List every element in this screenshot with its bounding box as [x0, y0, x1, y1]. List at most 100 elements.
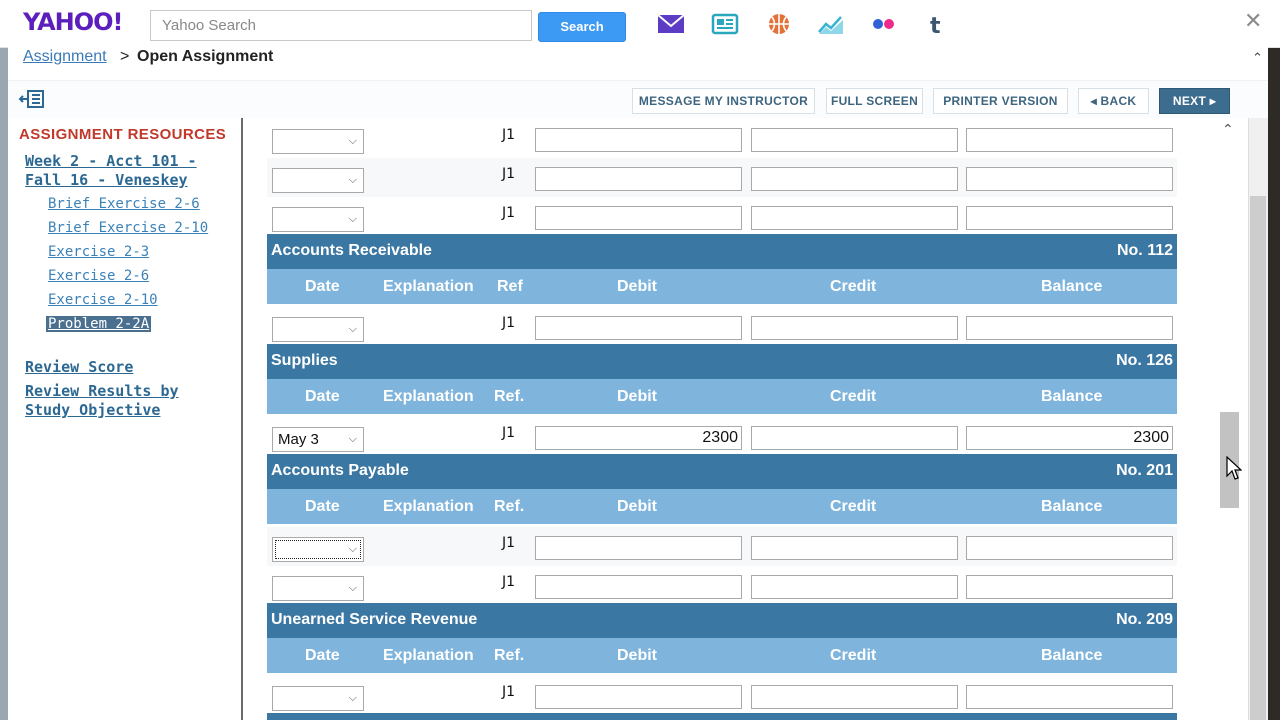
sidebar-item-exercise-2-10[interactable]: Exercise 2-10: [48, 292, 158, 308]
credit-input[interactable]: [751, 128, 958, 152]
debit-input[interactable]: [535, 575, 742, 599]
col-date: Date: [305, 498, 340, 515]
ledger-row: May 3 ⌵ J1 2300 2300: [267, 417, 1177, 456]
app-window: YAHOO! Yahoo Search Search t ✕ Assignmen…: [0, 0, 1280, 720]
col-credit: Credit: [830, 498, 877, 515]
debit-input[interactable]: [535, 685, 742, 709]
debit-input[interactable]: [535, 206, 742, 230]
close-icon[interactable]: ✕: [1244, 8, 1262, 34]
scroll-up-icon[interactable]: ⌃: [1222, 121, 1234, 138]
review-score-link[interactable]: Review Score: [25, 358, 133, 377]
balance-input[interactable]: 2300: [966, 426, 1173, 450]
sports-icon[interactable]: [765, 12, 793, 36]
ref-label: J1: [502, 425, 516, 441]
account-header-unearned-revenue: Unearned Service Revenue No. 209: [267, 603, 1177, 638]
chevron-down-icon: ⌵: [348, 433, 357, 445]
ref-label: J1: [502, 535, 516, 551]
account-header-next: [267, 713, 1177, 720]
date-select[interactable]: ⌵: [272, 129, 364, 154]
balance-input[interactable]: [966, 536, 1173, 560]
background-edge-left: [0, 48, 8, 720]
date-select[interactable]: ⌵: [272, 207, 364, 232]
col-ref: Ref: [497, 278, 523, 295]
breadcrumb-separator: >: [120, 48, 130, 65]
mouse-cursor-icon: [1226, 456, 1242, 480]
page-scrollbar-thumb[interactable]: [1250, 196, 1266, 720]
yahoo-logo[interactable]: YAHOO!: [23, 8, 123, 36]
col-balance: Balance: [1041, 498, 1103, 515]
credit-input[interactable]: [751, 316, 958, 340]
credit-input[interactable]: [751, 536, 958, 560]
col-ref: Ref.: [494, 498, 525, 515]
ledger-row: ⌵ J1: [267, 158, 1177, 197]
credit-input[interactable]: [751, 426, 958, 450]
review-results-link[interactable]: Review Results by Study Objective: [25, 382, 179, 420]
next-button[interactable]: NEXT ▸: [1159, 88, 1230, 114]
yahoo-search-button[interactable]: Search: [538, 12, 626, 42]
debit-input[interactable]: [535, 316, 742, 340]
credit-input[interactable]: [751, 206, 958, 230]
breadcrumb-assignment-link[interactable]: Assignment: [23, 48, 107, 66]
credit-input[interactable]: [751, 575, 958, 599]
account-name: Supplies: [271, 352, 338, 369]
col-date: Date: [305, 278, 340, 295]
account-header-payable: Accounts Payable No. 201: [267, 454, 1177, 489]
col-explanation: Explanation: [383, 388, 474, 405]
date-select[interactable]: ⌵: [272, 168, 364, 193]
account-header-supplies: Supplies No. 126: [267, 344, 1177, 379]
debit-input[interactable]: [535, 536, 742, 560]
date-select[interactable]: May 3 ⌵: [272, 427, 364, 452]
mail-icon[interactable]: [657, 12, 685, 36]
news-icon[interactable]: [711, 12, 739, 36]
ledger-row: ⌵ J1: [267, 566, 1177, 605]
printer-version-button[interactable]: PRINTER VERSION: [933, 88, 1068, 114]
credit-input[interactable]: [751, 167, 958, 191]
full-screen-button[interactable]: FULL SCREEN: [826, 88, 923, 114]
col-debit: Debit: [617, 498, 657, 515]
breadcrumb: Assignment > Open Assignment: [8, 44, 1268, 72]
yahoo-search-input[interactable]: Yahoo Search: [150, 10, 532, 41]
balance-input[interactable]: [966, 685, 1173, 709]
balance-input[interactable]: [966, 167, 1173, 191]
col-credit: Credit: [830, 278, 877, 295]
date-select[interactable]: ⌵: [272, 537, 364, 562]
collapse-sidebar-icon[interactable]: [18, 89, 46, 109]
debit-input[interactable]: 2300: [535, 426, 742, 450]
balance-input[interactable]: [966, 575, 1173, 599]
date-select[interactable]: ⌵: [272, 576, 364, 601]
sidebar-item-brief-exercise-2-10[interactable]: Brief Exercise 2-10: [48, 220, 208, 236]
sidebar-item-exercise-2-6[interactable]: Exercise 2-6: [48, 268, 149, 284]
message-instructor-button[interactable]: MESSAGE MY INSTRUCTOR: [632, 88, 815, 114]
balance-input[interactable]: [966, 128, 1173, 152]
column-headers: Date Explanation Ref. Debit Credit Balan…: [267, 489, 1177, 524]
flickr-icon[interactable]: [869, 12, 897, 36]
sidebar-course-link[interactable]: Week 2 - Acct 101 - Fall 16 - Veneskey: [25, 152, 197, 190]
tumblr-icon[interactable]: t: [924, 12, 952, 36]
finance-icon[interactable]: [817, 12, 845, 36]
sidebar-title: ASSIGNMENT RESOURCES: [19, 126, 227, 143]
sidebar-item-brief-exercise-2-6[interactable]: Brief Exercise 2-6: [48, 196, 200, 212]
balance-input[interactable]: [966, 206, 1173, 230]
chevron-down-icon: ⌵: [348, 692, 357, 704]
page-scroll-up-icon[interactable]: ⌃: [1252, 50, 1263, 66]
debit-input[interactable]: [535, 167, 742, 191]
col-debit: Debit: [617, 278, 657, 295]
back-button[interactable]: ◂ BACK: [1078, 88, 1149, 114]
chevron-down-icon: ⌵: [348, 582, 357, 594]
sidebar-item-exercise-2-3[interactable]: Exercise 2-3: [48, 244, 149, 260]
col-explanation: Explanation: [383, 498, 474, 515]
col-credit: Credit: [830, 388, 877, 405]
date-select[interactable]: ⌵: [272, 317, 364, 342]
assignment-toolbar: MESSAGE MY INSTRUCTOR FULL SCREEN PRINTE…: [8, 80, 1268, 118]
col-date: Date: [305, 647, 340, 664]
debit-input[interactable]: [535, 128, 742, 152]
ref-label: J1: [502, 127, 516, 143]
account-name: Accounts Payable: [271, 462, 409, 479]
date-select[interactable]: ⌵: [272, 686, 364, 711]
sidebar-item-problem-2-2a[interactable]: Problem 2-2A: [46, 316, 152, 332]
credit-input[interactable]: [751, 685, 958, 709]
background-edge-right: [1268, 48, 1280, 720]
balance-input[interactable]: [966, 316, 1173, 340]
date-value: May 3: [278, 431, 319, 448]
course-line-1: Week 2 - Acct 101 -: [25, 152, 197, 170]
